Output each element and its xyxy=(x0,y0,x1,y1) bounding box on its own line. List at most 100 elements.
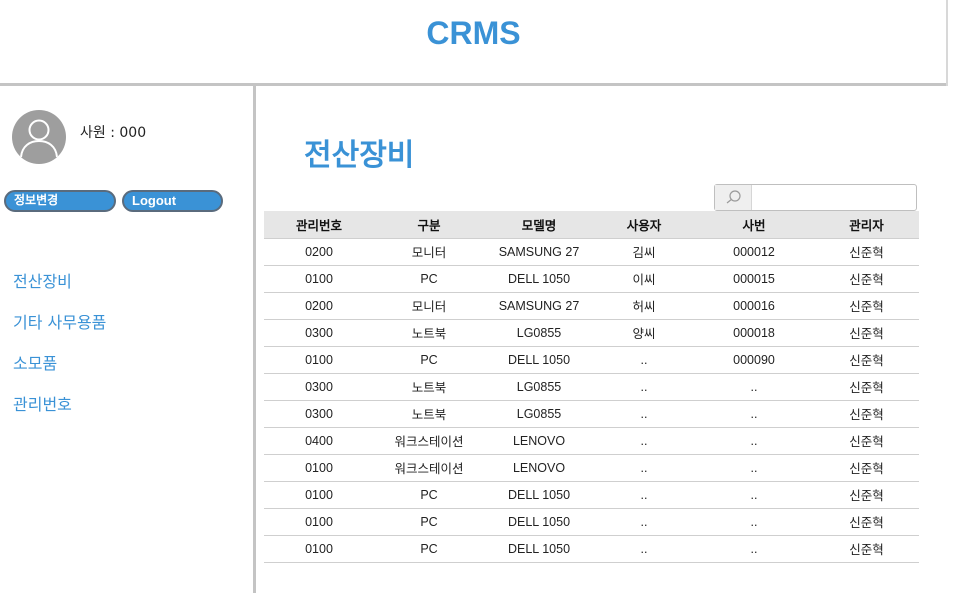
cell-asset-no: 0300 xyxy=(264,400,374,428)
table-row[interactable]: 0100 워크스테이션 LENOVO.... 신준혁 xyxy=(264,454,919,482)
cell-asset-no: 0100 xyxy=(264,346,374,374)
cell-asset-no: 0300 xyxy=(264,373,374,401)
cell-employee-id: .. xyxy=(694,481,814,509)
equipment-table: 관리번호 구분 모델명 사용자 사번 관리자 0200 모니터 SAMSUNG 27… xyxy=(264,211,919,563)
cell-manager: 신준혁 xyxy=(814,535,919,563)
cell-model: LG0855 xyxy=(484,373,594,401)
cell-manager: 신준혁 xyxy=(814,454,919,482)
cell-user: 양씨 xyxy=(594,319,694,347)
sidebar-item-consumables[interactable]: 소모품 xyxy=(13,354,106,395)
cell-model: LENOVO xyxy=(484,427,594,455)
cell-employee-id: .. xyxy=(694,508,814,536)
cell-model: SAMSUNG 27 xyxy=(484,238,594,266)
cell-model: DELL 1050 xyxy=(484,508,594,536)
cell-user: .. xyxy=(594,454,694,482)
cell-employee-id: .. xyxy=(694,373,814,401)
table-row[interactable]: 0400 워크스테이션 LENOVO.... 신준혁 xyxy=(264,427,919,455)
cell-category: PC xyxy=(374,535,484,563)
cell-manager: 신준혁 xyxy=(814,319,919,347)
cell-category: 모니터 xyxy=(374,292,484,320)
search-icon[interactable] xyxy=(715,185,752,210)
cell-category: 노트북 xyxy=(374,373,484,401)
sidebar-item-office-supplies[interactable]: 기타 사무용품 xyxy=(13,313,106,354)
sidebar: 사원 : 000 정보변경 Logout 전산장비 기타 사무용품 소모품 관리… xyxy=(0,86,256,593)
sidebar-item-it-equipment[interactable]: 전산장비 xyxy=(13,272,106,313)
table-row[interactable]: 0200 모니터 SAMSUNG 27 허씨 000016 신준혁 xyxy=(264,292,919,320)
cell-asset-no: 0300 xyxy=(264,319,374,347)
cell-category: PC xyxy=(374,346,484,374)
cell-manager: 신준혁 xyxy=(814,481,919,509)
cell-model: DELL 1050 xyxy=(484,481,594,509)
table-row[interactable]: 0300 노트북 LG0855 양씨 000018 신준혁 xyxy=(264,319,919,347)
cell-asset-no: 0100 xyxy=(264,454,374,482)
column-header-model[interactable]: 모델명 xyxy=(484,211,594,239)
column-header-category[interactable]: 구분 xyxy=(374,211,484,239)
column-header-asset-no[interactable]: 관리번호 xyxy=(264,211,374,239)
avatar-user-icon xyxy=(12,110,66,164)
edit-profile-button[interactable]: 정보변경 xyxy=(4,190,116,212)
cell-user: 김씨 xyxy=(594,238,694,266)
cell-user: .. xyxy=(594,427,694,455)
cell-category: PC xyxy=(374,481,484,509)
column-header-manager[interactable]: 관리자 xyxy=(814,211,919,239)
table-row[interactable]: 0300 노트북 LG0855.... 신준혁 xyxy=(264,400,919,428)
cell-user: 이씨 xyxy=(594,265,694,293)
table-row[interactable]: 0300 노트북 LG0855.... 신준혁 xyxy=(264,373,919,401)
cell-manager: 신준혁 xyxy=(814,427,919,455)
search-box xyxy=(714,184,917,211)
sidebar-nav: 전산장비 기타 사무용품 소모품 관리번호 xyxy=(13,272,106,436)
window-edge xyxy=(946,0,948,86)
app-title: CRMS xyxy=(426,15,521,51)
cell-model: DELL 1050 xyxy=(484,265,594,293)
table-row[interactable]: 0100 PC DELL 1050 이씨 000015 신준혁 xyxy=(264,265,919,293)
cell-model: SAMSUNG 27 xyxy=(484,292,594,320)
cell-employee-id: 000016 xyxy=(694,292,814,320)
table-row[interactable]: 0100 PC DELL 1050.. 000090 신준혁 xyxy=(264,346,919,374)
search-input[interactable] xyxy=(753,185,915,210)
app-header: CRMS xyxy=(0,0,947,86)
cell-model: DELL 1050 xyxy=(484,535,594,563)
cell-category: 모니터 xyxy=(374,238,484,266)
cell-asset-no: 0200 xyxy=(264,238,374,266)
table-row[interactable]: 0100 PC DELL 1050.... 신준혁 xyxy=(264,481,919,509)
logout-button[interactable]: Logout xyxy=(122,190,223,212)
cell-employee-id: 000018 xyxy=(694,319,814,347)
cell-employee-id: 000090 xyxy=(694,346,814,374)
cell-manager: 신준혁 xyxy=(814,292,919,320)
cell-manager: 신준혁 xyxy=(814,346,919,374)
cell-user: .. xyxy=(594,346,694,374)
cell-category: 워크스테이션 xyxy=(374,454,484,482)
cell-category: PC xyxy=(374,265,484,293)
sidebar-item-asset-number[interactable]: 관리번호 xyxy=(13,395,106,436)
cell-manager: 신준혁 xyxy=(814,508,919,536)
user-label: 사원 : 000 xyxy=(80,125,147,141)
cell-user: .. xyxy=(594,535,694,563)
cell-user: .. xyxy=(594,373,694,401)
column-header-employee-id[interactable]: 사번 xyxy=(694,211,814,239)
cell-asset-no: 0100 xyxy=(264,481,374,509)
cell-category: 노트북 xyxy=(374,400,484,428)
cell-employee-id: .. xyxy=(694,400,814,428)
cell-user: .. xyxy=(594,508,694,536)
cell-manager: 신준혁 xyxy=(814,400,919,428)
table-body: 0200 모니터 SAMSUNG 27 김씨 000012 신준혁 0100 PC DELL 1… xyxy=(264,238,919,563)
table-header-row: 관리번호 구분 모델명 사용자 사번 관리자 xyxy=(264,211,919,239)
cell-asset-no: 0100 xyxy=(264,508,374,536)
table-row[interactable]: 0100 PC DELL 1050.... 신준혁 xyxy=(264,508,919,536)
main-content: 전산장비 관리번호 구분 모델명 사용자 사번 관리자 0200 모니터 SAMSU… xyxy=(258,86,948,593)
cell-asset-no: 0100 xyxy=(264,535,374,563)
cell-employee-id: .. xyxy=(694,535,814,563)
table-row[interactable]: 0200 모니터 SAMSUNG 27 김씨 000012 신준혁 xyxy=(264,238,919,266)
cell-category: PC xyxy=(374,508,484,536)
cell-model: DELL 1050 xyxy=(484,346,594,374)
cell-user: 허씨 xyxy=(594,292,694,320)
cell-employee-id: .. xyxy=(694,427,814,455)
cell-employee-id: 000015 xyxy=(694,265,814,293)
cell-asset-no: 0100 xyxy=(264,265,374,293)
table-row[interactable]: 0100 PC DELL 1050.... 신준혁 xyxy=(264,535,919,563)
page-title: 전산장비 xyxy=(304,138,415,173)
cell-manager: 신준혁 xyxy=(814,373,919,401)
column-header-user[interactable]: 사용자 xyxy=(594,211,694,239)
cell-asset-no: 0400 xyxy=(264,427,374,455)
cell-model: LENOVO xyxy=(484,454,594,482)
